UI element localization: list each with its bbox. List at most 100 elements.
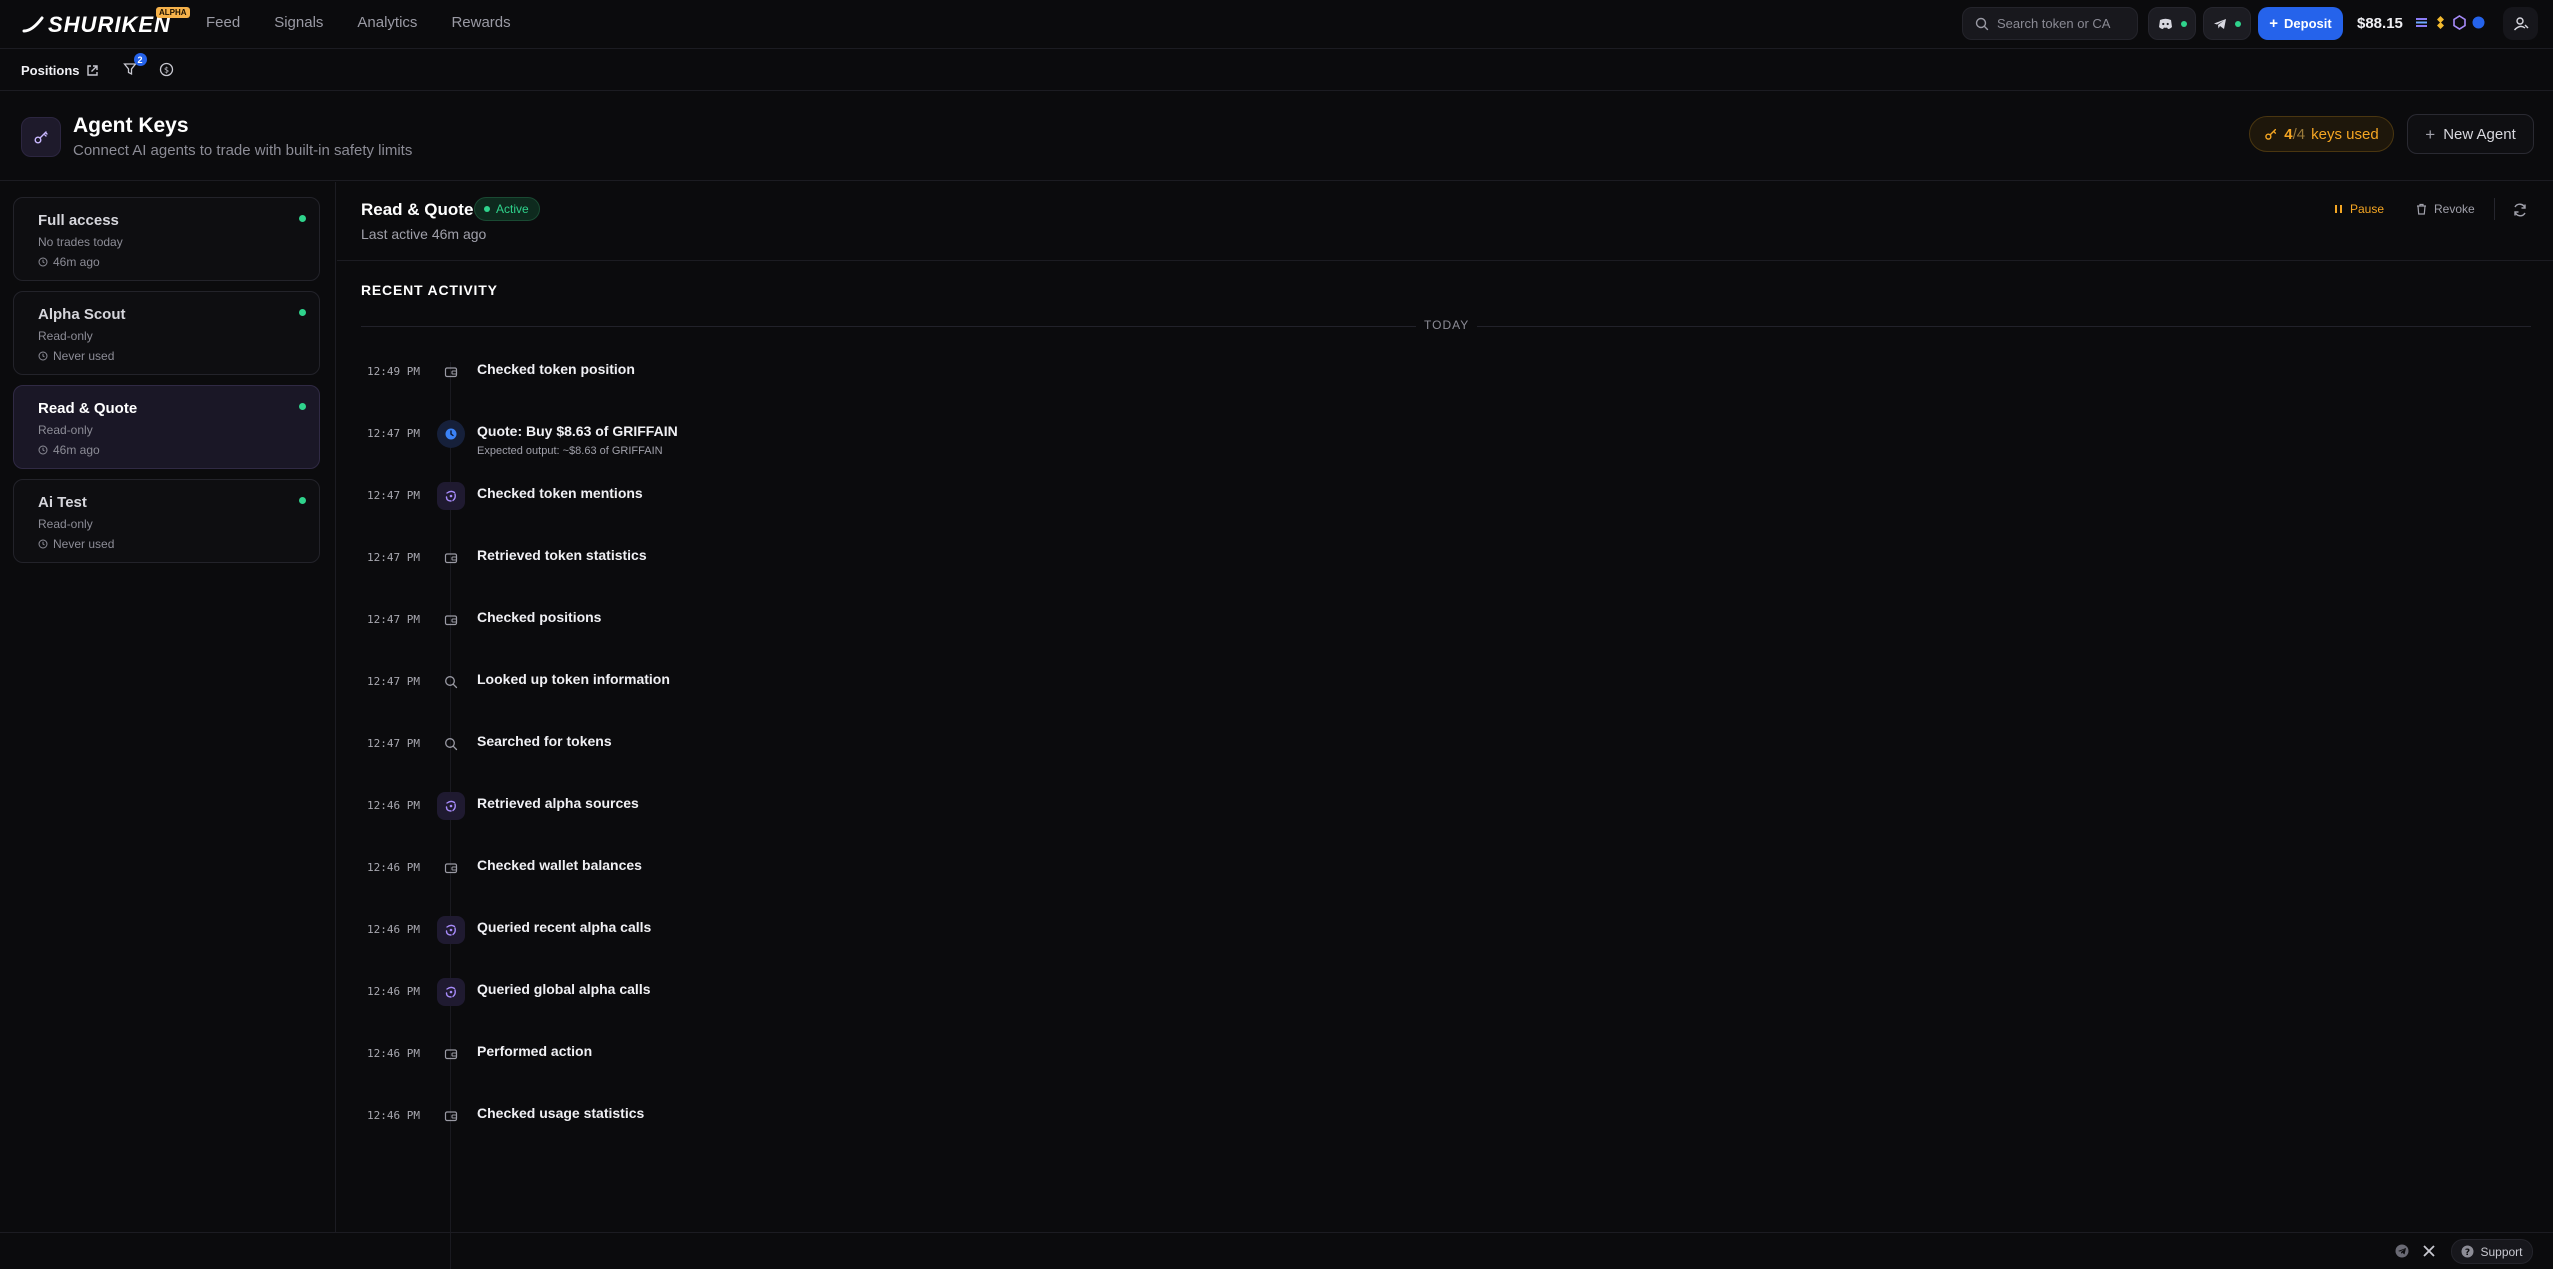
agent-last-used: Never used: [38, 537, 114, 551]
agent-detail-header: Read & Quote Active Last active 46m ago …: [337, 182, 2553, 261]
agent-list: Full access No trades today 46m ago Alph…: [0, 182, 336, 1232]
activity-time: 12:46 PM: [367, 799, 420, 812]
activity-time: 12:47 PM: [367, 613, 420, 626]
coin-settings-icon: $: [159, 62, 173, 77]
activity-item[interactable]: 12:47 PM Checked token mentions: [337, 482, 2553, 547]
activity-item[interactable]: 12:47 PM Looked up token information: [337, 671, 2553, 733]
nav-feed[interactable]: Feed: [206, 14, 240, 31]
agent-card-full-access[interactable]: Full access No trades today 46m ago: [13, 197, 320, 281]
agent-status-dot: [299, 215, 306, 222]
agent-name: Alpha Scout: [38, 306, 126, 323]
keys-used-badge[interactable]: 4/4 keys used: [2249, 116, 2394, 152]
agent-last-used: 46m ago: [38, 443, 100, 457]
activity-item[interactable]: 12:46 PM Retrieved alpha sources: [337, 792, 2553, 857]
activity-item[interactable]: 12:47 PM Retrieved token statistics: [337, 547, 2553, 609]
revoke-button[interactable]: Revoke: [2416, 202, 2475, 216]
activity-time: 12:46 PM: [367, 861, 420, 874]
activity-item[interactable]: 12:49 PM Checked token position: [337, 361, 2553, 423]
spark-icon: [437, 916, 465, 944]
discord-status-dot: [2180, 20, 2187, 27]
refresh-icon[interactable]: [2512, 202, 2528, 218]
external-link-icon: [86, 64, 98, 76]
new-agent-label: New Agent: [2443, 125, 2516, 143]
page-subtitle: Connect AI agents to trade with built-in…: [73, 142, 413, 159]
key-icon: [2265, 128, 2277, 140]
brand-name: SHURIKEN: [48, 12, 171, 37]
wallet-icon: [437, 358, 465, 386]
filter-icon: [122, 63, 137, 76]
filter-count-badge: 2: [133, 53, 147, 66]
activity-item[interactable]: 12:47 PM Quote: Buy $8.63 of GRIFFAIN Expe…: [337, 420, 2553, 485]
pause-button[interactable]: Pause: [2334, 202, 2384, 216]
activity-item[interactable]: 12:46 PM Checked wallet balances: [337, 857, 2553, 919]
last-active-text: Last active 46m ago: [361, 226, 487, 242]
search-input[interactable]: [1997, 16, 2127, 31]
wallet-icon: [437, 1102, 465, 1130]
activity-item[interactable]: 12:46 PM Performed action: [337, 1043, 2553, 1105]
status-label: Active: [496, 202, 529, 216]
activity-time: 12:47 PM: [367, 427, 420, 440]
activity-item[interactable]: 12:46 PM Queried recent alpha calls: [337, 916, 2553, 981]
agent-scope: Read-only: [38, 329, 93, 343]
activity-title: Checked wallet balances: [477, 857, 642, 873]
coin-settings-button[interactable]: $: [159, 62, 175, 78]
activity-time: 12:47 PM: [367, 675, 420, 688]
activity-item[interactable]: 12:46 PM Checked usage statistics: [337, 1105, 2553, 1167]
search-box[interactable]: [1962, 7, 2138, 40]
status-badge: Active: [474, 197, 540, 221]
activity-item[interactable]: 12:47 PM Searched for tokens: [337, 733, 2553, 795]
agent-last-used-text: Never used: [53, 537, 115, 551]
wallet-balance[interactable]: $88.15: [2357, 15, 2403, 32]
activity-time: 12:49 PM: [367, 365, 420, 378]
brand-logo[interactable]: SHURIKEN ALPHA: [22, 7, 190, 38]
main-nav: Feed Signals Analytics Rewards: [206, 14, 511, 31]
new-agent-button[interactable]: + New Agent: [2407, 114, 2534, 154]
nav-signals[interactable]: Signals: [274, 14, 323, 31]
hyperliquid-icon: [2452, 15, 2467, 30]
day-separator-label: TODAY: [1416, 318, 1478, 332]
clock-icon: [38, 445, 48, 455]
revoke-label: Revoke: [2434, 202, 2475, 216]
spark-icon: [437, 978, 465, 1006]
keys-total: /4: [2292, 125, 2306, 143]
quote-clock-icon: [437, 420, 465, 448]
wallet-icon: [437, 1040, 465, 1068]
telegram-icon: [2214, 18, 2226, 29]
agent-scope: Read-only: [38, 517, 93, 531]
page-header: Agent Keys Connect AI agents to trade wi…: [0, 92, 2553, 181]
support-button[interactable]: ? Support: [2451, 1239, 2533, 1264]
activity-title: Checked token mentions: [477, 485, 643, 501]
agent-card-alpha-scout[interactable]: Alpha Scout Read-only Never used: [13, 291, 320, 375]
help-icon: ?: [2461, 1245, 2474, 1258]
spark-icon: [437, 482, 465, 510]
telegram-icon[interactable]: [2395, 1244, 2409, 1258]
deposit-button[interactable]: + Deposit: [2258, 7, 2343, 40]
positions-link[interactable]: Positions: [21, 63, 99, 78]
agent-scope: Read-only: [38, 423, 93, 437]
activity-item[interactable]: 12:46 PM Queried global alpha calls: [337, 978, 2553, 1043]
activity-item[interactable]: 12:47 PM Checked positions: [337, 609, 2553, 671]
filter-button[interactable]: 2: [122, 53, 147, 78]
base-icon: [2471, 15, 2486, 30]
agent-last-used: Never used: [38, 349, 114, 363]
agent-card-read-quote[interactable]: Read & Quote Read-only 46m ago: [13, 385, 320, 469]
discord-icon: [2158, 18, 2172, 29]
discord-button[interactable]: [2148, 7, 2196, 40]
activity-title: Quote: Buy $8.63 of GRIFFAIN: [477, 423, 678, 439]
recent-activity-heading: RECENT ACTIVITY: [361, 282, 498, 298]
nav-analytics[interactable]: Analytics: [357, 14, 417, 31]
page-title: Agent Keys: [73, 114, 189, 137]
active-dot: [484, 206, 490, 212]
bnb-icon: [2433, 15, 2448, 30]
telegram-button[interactable]: [2203, 7, 2251, 40]
pause-label: Pause: [2350, 202, 2385, 216]
agent-card-ai-test[interactable]: Ai Test Read-only Never used: [13, 479, 320, 563]
activity-title: Queried recent alpha calls: [477, 919, 652, 935]
agent-last-used-text: 46m ago: [53, 255, 100, 269]
activity-time: 12:46 PM: [367, 1109, 420, 1122]
agent-detail-title: Read & Quote: [361, 200, 474, 219]
x-twitter-icon[interactable]: [2422, 1244, 2436, 1258]
nav-rewards[interactable]: Rewards: [451, 14, 510, 31]
profile-button[interactable]: [2503, 7, 2538, 40]
chain-icons[interactable]: [2414, 15, 2486, 30]
